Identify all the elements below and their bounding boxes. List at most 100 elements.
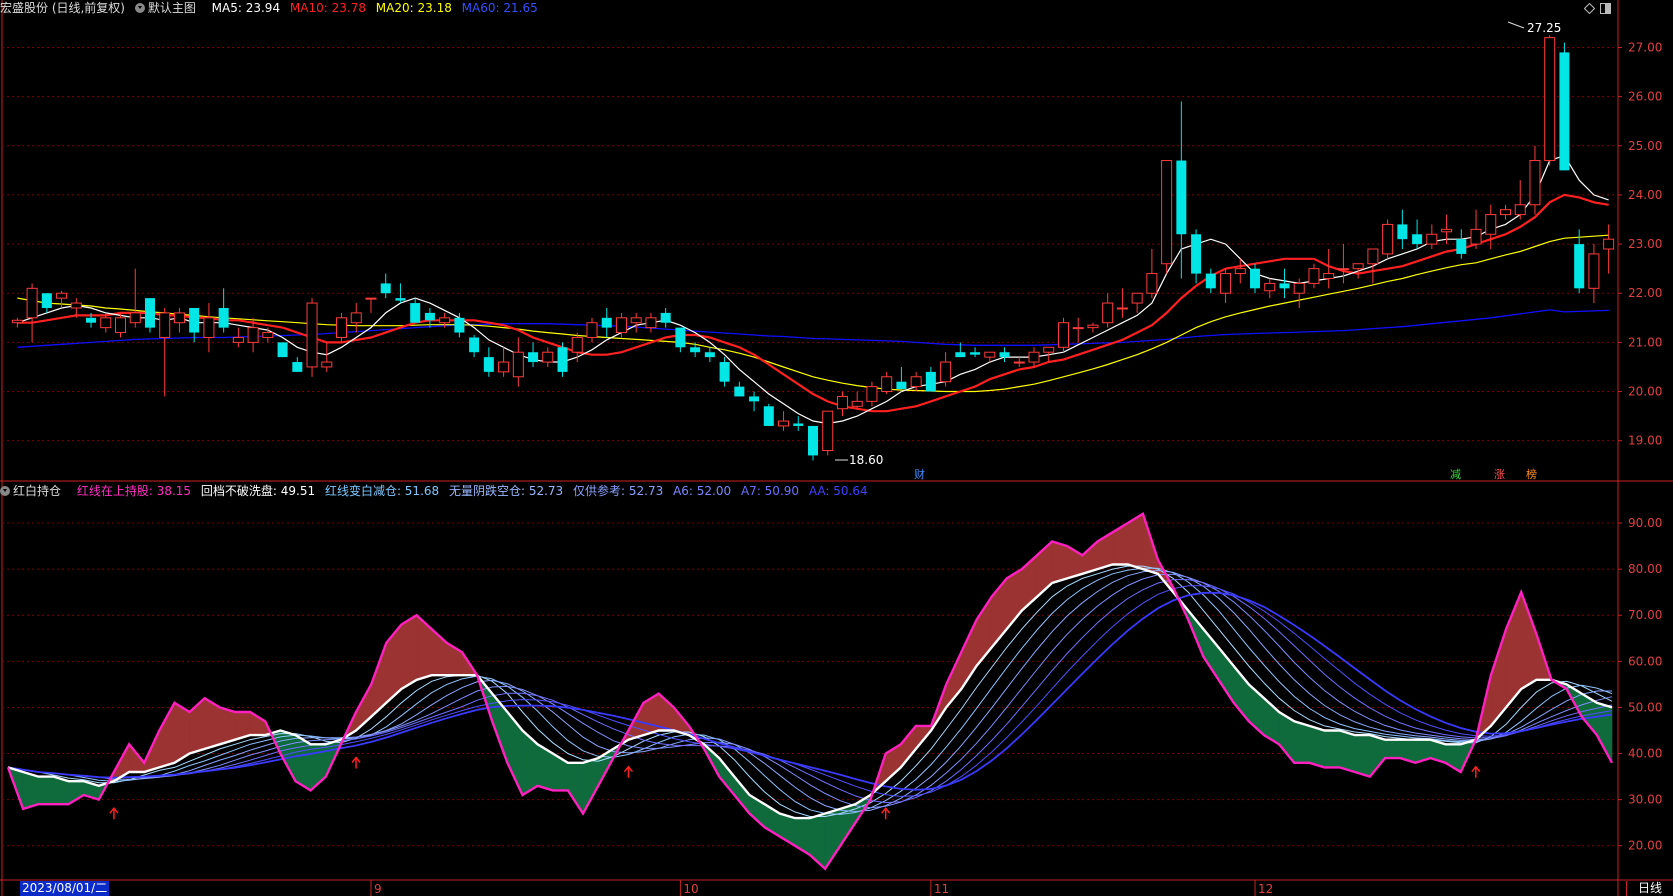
candle-body	[336, 317, 348, 338]
candle-body	[1412, 234, 1423, 245]
candle	[306, 298, 318, 377]
candle-body	[836, 395, 848, 410]
candle-body	[1264, 282, 1276, 292]
candle-body	[1161, 160, 1173, 265]
dropdown-icon	[134, 3, 145, 13]
bear-area	[1324, 730, 1340, 768]
candle-body	[866, 386, 878, 402]
candle-body	[675, 327, 686, 348]
candle-body	[822, 410, 834, 452]
candle-body	[1485, 214, 1497, 235]
candle-body	[41, 293, 52, 308]
candle-body	[1146, 273, 1158, 294]
event-jian[interactable]: 减	[1450, 468, 1461, 481]
candle-body	[704, 352, 715, 358]
candle-body	[350, 312, 362, 324]
diamond-icon[interactable]	[1584, 3, 1595, 14]
candle-body	[1588, 253, 1600, 289]
y-tick-label: 22.00	[1628, 286, 1662, 300]
candle-body	[203, 317, 215, 338]
y-tick-label: 50.00	[1628, 700, 1662, 714]
candle-body	[469, 337, 480, 353]
y-tick-label: 30.00	[1628, 793, 1662, 807]
candle-body	[1308, 268, 1320, 284]
candle-body	[615, 317, 627, 334]
y-tick-label: 70.00	[1628, 608, 1662, 622]
candle-body	[439, 317, 451, 324]
candle-body	[321, 361, 333, 368]
candle	[557, 342, 568, 377]
candle-body	[1397, 224, 1408, 240]
candle-body	[26, 287, 38, 319]
candle-body	[277, 342, 288, 358]
indicator-selector[interactable]: 红白持仓	[0, 484, 67, 498]
candle-body	[56, 292, 68, 299]
candle-body	[483, 357, 494, 372]
candle-body	[365, 297, 377, 300]
candle	[822, 410, 834, 456]
candle-body	[247, 327, 259, 343]
candle-body	[70, 302, 82, 309]
period-selector[interactable]: 日线	[1626, 881, 1673, 896]
candle-body	[1279, 283, 1290, 289]
candle	[1544, 35, 1556, 166]
dropdown-icon	[0, 486, 10, 496]
candle	[1559, 42, 1570, 171]
candle-body	[955, 352, 966, 358]
event-cai[interactable]: 财	[914, 467, 925, 481]
candle-body	[424, 312, 435, 321]
ma60-value: MA60: 21.65	[461, 1, 538, 15]
bear-area	[1309, 725, 1325, 768]
candle-body	[1337, 268, 1349, 271]
candle-body	[763, 406, 774, 426]
candle-body	[1028, 351, 1040, 363]
candle-body	[896, 381, 907, 390]
candle-body	[173, 312, 185, 324]
candle-body	[925, 371, 936, 392]
x-tick-label: 10	[683, 882, 698, 896]
candle-body	[719, 362, 730, 382]
candle-body	[1367, 248, 1379, 265]
candle-body	[586, 322, 598, 338]
candle-body	[86, 317, 97, 323]
y-tick-label: 26.00	[1628, 90, 1662, 104]
candle	[144, 298, 155, 333]
y-tick-label: 21.00	[1628, 335, 1662, 349]
candle	[763, 403, 774, 426]
candle-body	[1603, 238, 1615, 250]
candle-body	[144, 298, 155, 328]
ma10-value: MA10: 23.78	[289, 1, 366, 15]
y-tick-label: 20.00	[1628, 385, 1662, 399]
candle-body	[1043, 346, 1055, 353]
candle	[1161, 160, 1173, 274]
candle-body	[1441, 228, 1453, 233]
y-tick-label: 80.00	[1628, 562, 1662, 576]
cursor-date-label: 2023/08/01/二	[20, 881, 110, 896]
event-bang[interactable]: 榜	[1526, 467, 1537, 481]
candle-body	[557, 347, 568, 372]
bear-area	[22, 771, 39, 810]
template-selector[interactable]: 默认主图	[134, 1, 202, 15]
y-tick-label: 19.00	[1628, 434, 1662, 448]
candle-body	[512, 351, 524, 378]
bear-area	[1384, 739, 1401, 759]
candle-body	[1116, 307, 1128, 310]
y-tick-label: 23.00	[1628, 237, 1662, 251]
candle-body	[159, 312, 171, 338]
indicator-v7: A7: 50.90	[740, 484, 800, 498]
y-tick-label: 25.00	[1628, 139, 1662, 153]
indicator-header: 红白持仓 红线在上持股: 38.15 回档不破洗盘: 49.51 红线变白减仓:…	[0, 483, 874, 499]
candle-body	[232, 336, 244, 343]
indicator-v1: 红线在上持股: 38.15	[76, 484, 192, 498]
candle-body	[1250, 268, 1261, 289]
panel-toggle-icon[interactable]	[1600, 3, 1611, 14]
candle-body	[1176, 160, 1187, 235]
candle-body	[749, 396, 760, 402]
x-tick-label: 12	[1258, 882, 1273, 896]
indicator-v3: 红线变白减仓: 51.68	[324, 484, 440, 498]
x-tick-label: 11	[934, 882, 949, 896]
low-label: 18.60	[849, 453, 883, 467]
event-zhang[interactable]: 涨	[1494, 468, 1505, 481]
candle-body	[1470, 228, 1482, 245]
stock-title[interactable]: 宏盛股份 (日线,前复权)	[0, 1, 125, 15]
